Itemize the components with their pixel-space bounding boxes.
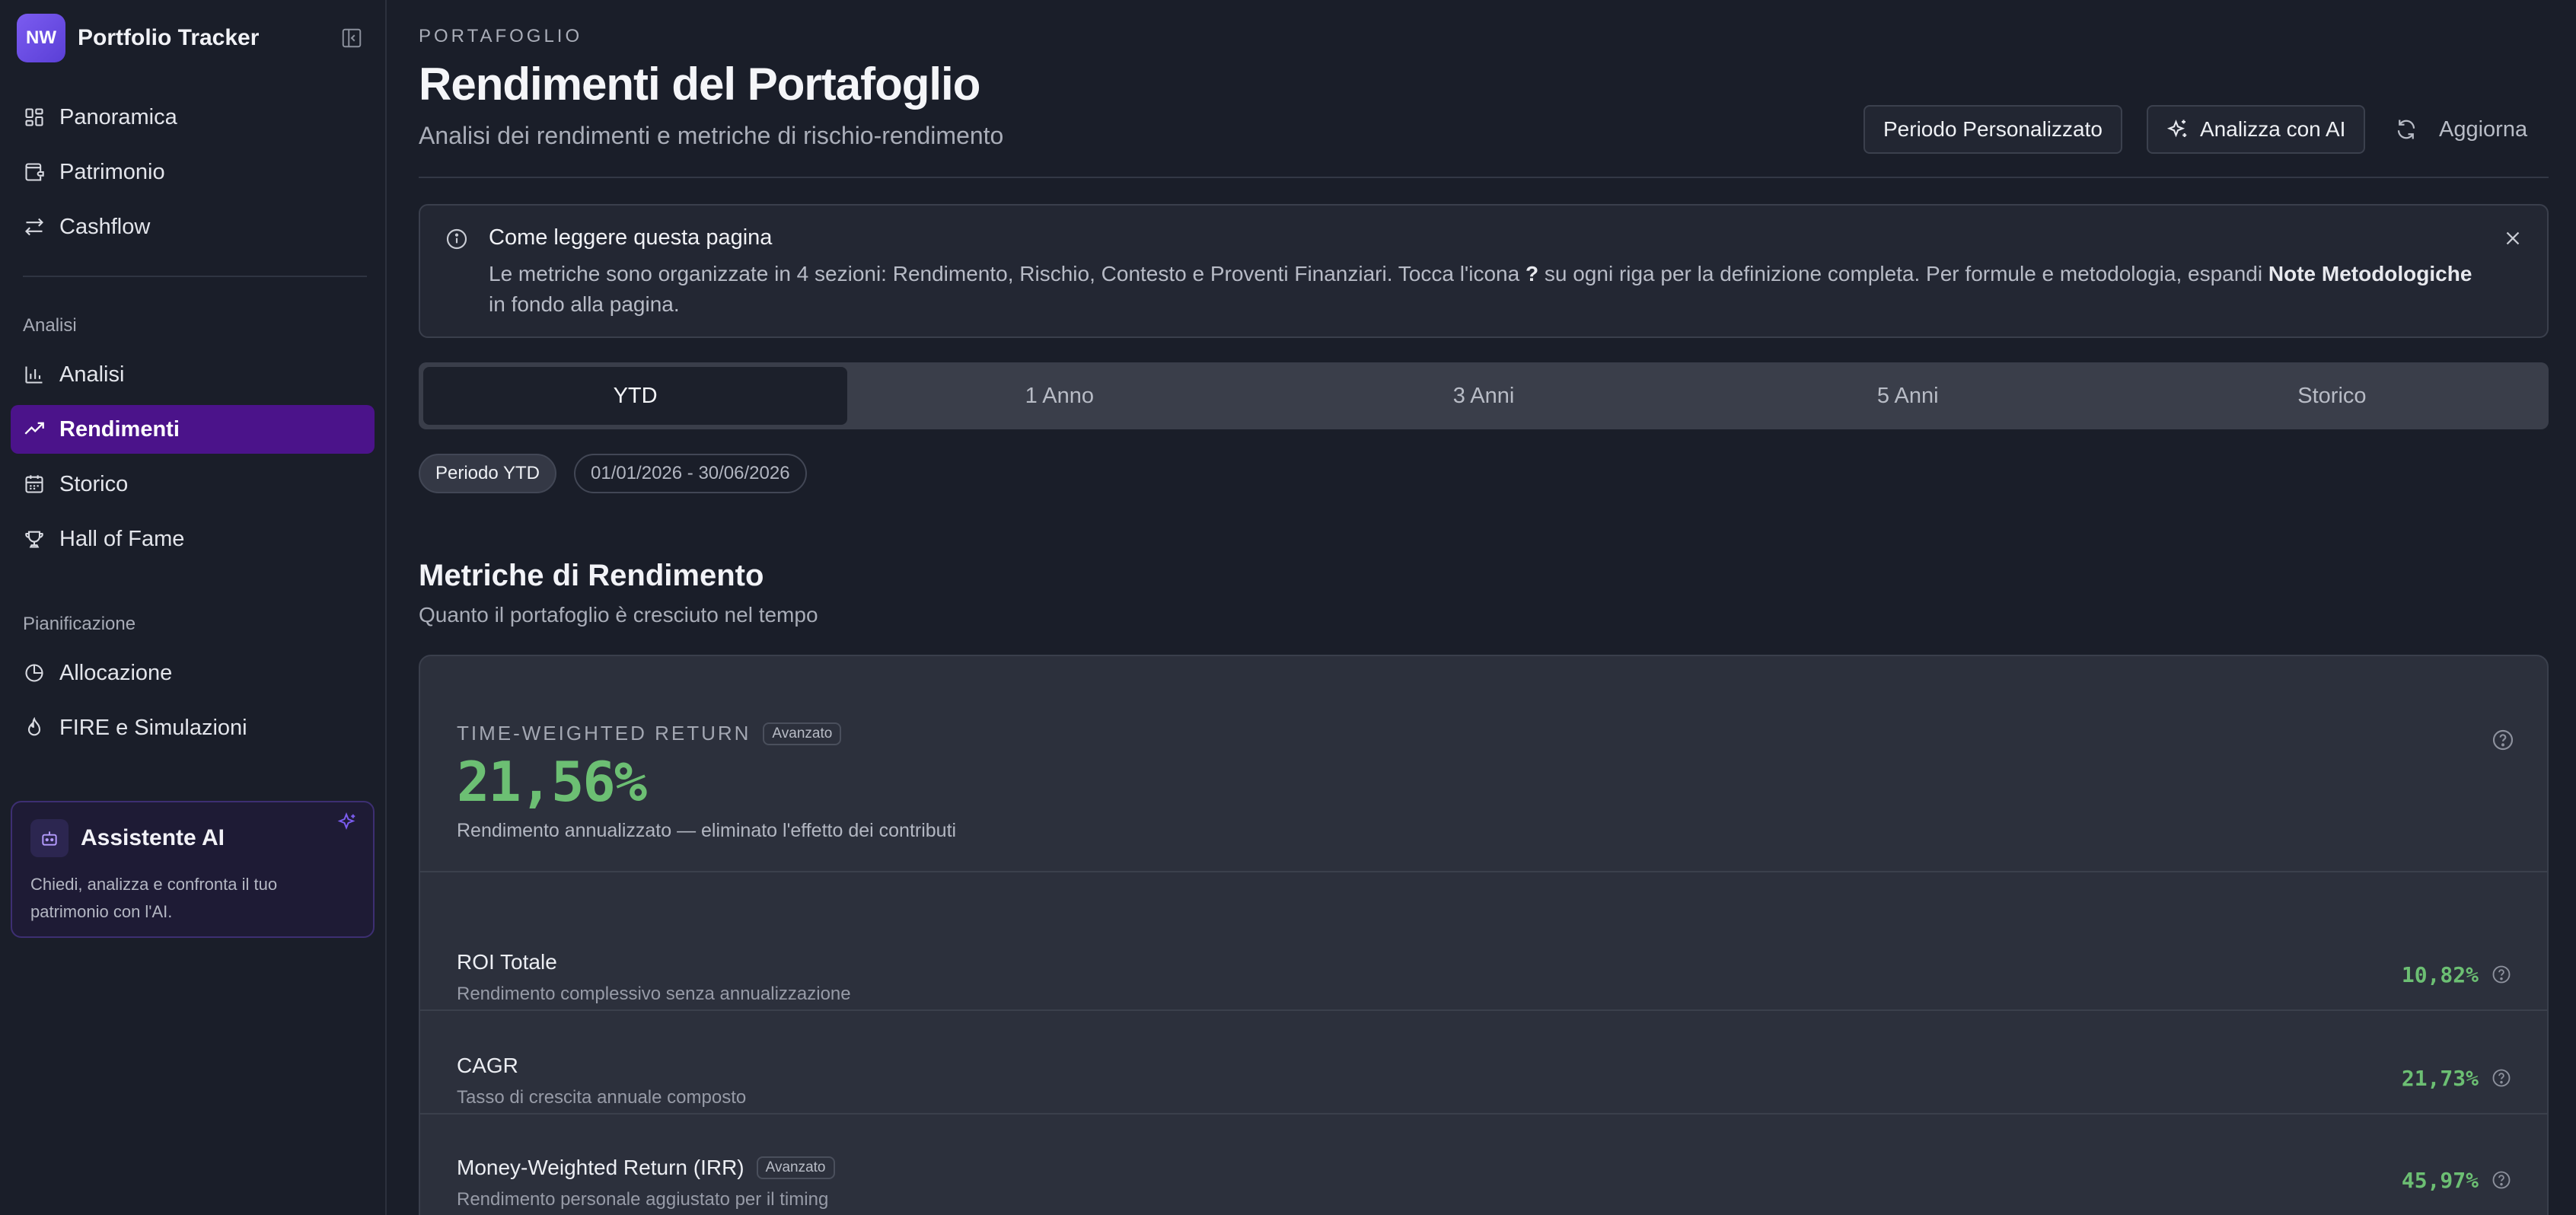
arrows-exchange-icon: [23, 215, 46, 238]
period-tabs: YTD 1 Anno 3 Anni 5 Anni Storico: [419, 362, 2549, 429]
refresh-icon: [2395, 118, 2418, 141]
refresh-label: Aggiorna: [2439, 116, 2528, 142]
trending-up-icon: [23, 418, 46, 441]
tab-storico[interactable]: Storico: [2120, 367, 2544, 425]
metric-description: Tasso di crescita annuale composto: [457, 1087, 747, 1108]
sidebar-item-analisi[interactable]: Analisi: [11, 350, 375, 399]
section-title: Metriche di Rendimento: [419, 559, 764, 592]
tab-5-anni[interactable]: 5 Anni: [1696, 367, 2120, 425]
metric-row-irr: Money-Weighted Return (IRR) Avanzato Ren…: [420, 1130, 2547, 1215]
page-eyebrow: PORTAFOGLIO: [419, 26, 583, 46]
sidebar-item-label: Patrimonio: [59, 159, 165, 184]
tab-3-anni[interactable]: 3 Anni: [1271, 367, 1695, 425]
sidebar-item-label: Panoramica: [59, 104, 177, 129]
sidebar-item-fire[interactable]: FIRE e Simulazioni: [11, 703, 375, 752]
row-divider: [420, 1113, 2547, 1115]
calendar-icon: [23, 473, 46, 496]
help-icon[interactable]: [2491, 728, 2515, 752]
twr-block: TIME-WEIGHTED RETURN Avanzato 21,56% Ren…: [457, 722, 956, 842]
tab-ytd[interactable]: YTD: [423, 367, 848, 425]
analyze-ai-label: Analizza con AI: [2200, 117, 2346, 141]
sidebar-item-hall-of-fame[interactable]: Hall of Fame: [11, 515, 375, 563]
sidebar-item-label: Rendimenti: [59, 416, 180, 442]
metric-description: Rendimento personale aggiustato per il t…: [457, 1189, 829, 1210]
help-icon[interactable]: [2491, 964, 2512, 985]
sparkle-icon: [337, 812, 355, 830]
sidebar-item-patrimonio[interactable]: Patrimonio: [11, 148, 375, 196]
sparkles-icon: [2166, 118, 2189, 141]
bar-chart-icon: [23, 363, 46, 386]
twr-description: Rendimento annualizzato — eliminato l'ef…: [457, 820, 957, 841]
refresh-button[interactable]: Aggiorna: [2395, 105, 2527, 154]
metric-name-wrap: Money-Weighted Return (IRR) Avanzato: [457, 1156, 835, 1180]
advanced-badge: Avanzato: [763, 722, 842, 745]
sidebar-item-label: Analisi: [59, 362, 125, 387]
help-icon[interactable]: [2491, 1067, 2512, 1089]
twr-value: 21,56%: [457, 750, 647, 814]
analyze-ai-button[interactable]: Analizza con AI: [2147, 105, 2366, 154]
sidebar-item-allocazione[interactable]: Allocazione: [11, 649, 375, 697]
wallet-icon: [23, 161, 46, 183]
row-divider: [420, 1009, 2547, 1011]
tab-1-anno[interactable]: 1 Anno: [847, 367, 1271, 425]
brand-name: Portfolio Tracker: [78, 25, 260, 50]
info-icon: [446, 228, 467, 250]
metric-value: 45,97%: [2401, 1168, 2479, 1193]
page-title: Rendimenti del Portafoglio: [419, 59, 980, 110]
pie-chart-icon: [23, 662, 46, 684]
ai-assistant-card[interactable]: Assistente AI Chiedi, analizza e confron…: [11, 801, 375, 938]
twr-label: TIME-WEIGHTED RETURN: [457, 722, 751, 745]
sidebar-collapse-icon: [342, 28, 362, 48]
sidebar-item-label: Allocazione: [59, 660, 173, 685]
metric-description: Rendimento complessivo senza annualizzaz…: [457, 984, 851, 1004]
sidebar-section-pianificazione: Pianificazione: [23, 614, 136, 634]
custom-period-button[interactable]: Periodo Personalizzato: [1863, 105, 2122, 154]
sidebar-item-label: Cashflow: [59, 214, 151, 239]
close-icon[interactable]: [2501, 227, 2524, 250]
ai-card-description: Chiedi, analizza e confronta il tuo patr…: [30, 875, 278, 921]
help-icon[interactable]: [2491, 1169, 2512, 1191]
info-text: Le metriche sono organizzate in 4 sezion…: [489, 262, 2472, 316]
row-divider: [420, 871, 2547, 872]
info-title: Come leggere questa pagina: [489, 225, 773, 250]
metric-name: Money-Weighted Return (IRR): [457, 1156, 744, 1179]
sidebar-collapse-button[interactable]: [340, 26, 364, 50]
sidebar-divider: [23, 276, 367, 277]
section-subtitle: Quanto il portafoglio è cresciuto nel te…: [419, 603, 818, 627]
metric-value: 21,73%: [2401, 1066, 2479, 1091]
date-range-badge: 01/01/2026 - 30/06/2026: [574, 454, 807, 493]
sidebar-item-storico[interactable]: Storico: [11, 460, 375, 509]
info-box: Come leggere questa pagina Le metriche s…: [419, 204, 2549, 338]
header-divider: [419, 177, 2549, 178]
metric-name: CAGR: [457, 1054, 518, 1077]
methodology-notes-link[interactable]: Note Metodologiche: [2268, 262, 2472, 285]
period-badge: Periodo YTD: [419, 454, 556, 493]
brand-logo: NW: [17, 14, 65, 62]
ai-card-title: Assistente AI: [81, 825, 225, 850]
custom-period-label: Periodo Personalizzato: [1883, 117, 2103, 141]
page-subtitle: Analisi dei rendimenti e metriche di ris…: [419, 122, 1004, 149]
metric-name: ROI Totale: [457, 950, 557, 974]
bot-icon: [30, 819, 69, 857]
flame-icon: [23, 716, 46, 739]
sidebar-item-cashflow[interactable]: Cashflow: [11, 202, 375, 251]
sidebar-item-rendimenti[interactable]: Rendimenti: [11, 405, 375, 454]
sidebar-item-panoramica[interactable]: Panoramica: [11, 93, 375, 142]
sidebar-section-analisi: Analisi: [23, 315, 77, 336]
advanced-badge: Avanzato: [756, 1156, 835, 1179]
sidebar: NW Portfolio Tracker Panoramica Patrimon…: [0, 0, 387, 1215]
sidebar-item-label: Storico: [59, 471, 129, 496]
trophy-icon: [23, 528, 46, 550]
sidebar-item-label: Hall of Fame: [59, 526, 185, 551]
brand[interactable]: NW Portfolio Tracker: [17, 14, 259, 62]
dashboard-icon: [23, 106, 46, 129]
metric-value: 10,82%: [2401, 962, 2479, 987]
metrics-card: TIME-WEIGHTED RETURN Avanzato 21,56% Ren…: [419, 655, 2549, 1215]
sidebar-item-label: FIRE e Simulazioni: [59, 715, 247, 740]
